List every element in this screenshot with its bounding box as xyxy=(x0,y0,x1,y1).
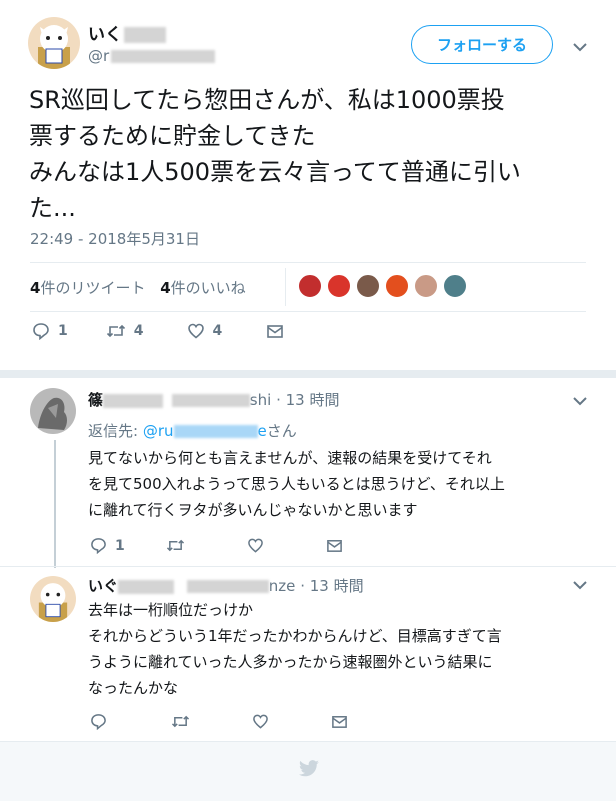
liker-avatar[interactable] xyxy=(385,274,409,298)
chevron-down-icon[interactable] xyxy=(570,40,590,54)
chevron-down-icon[interactable] xyxy=(570,578,590,592)
reply-actions xyxy=(90,713,348,730)
reply-author[interactable]: 篠 shi · 13 時間 xyxy=(88,389,339,410)
divider xyxy=(0,566,616,567)
like-icon xyxy=(247,538,263,553)
liker-avatar[interactable] xyxy=(356,274,380,298)
liker-avatar[interactable] xyxy=(443,274,467,298)
main-tweet: いく @r フォローする SR巡回してたら惣田さんが、私は1000票投 票するた… xyxy=(0,0,616,370)
retweet-button[interactable] xyxy=(166,537,185,554)
retweet-icon xyxy=(171,715,190,728)
dm-button[interactable] xyxy=(326,537,343,554)
tweet-text-line: SR巡回してたら惣田さんが、私は1000票投 xyxy=(29,86,505,114)
retweet-icon xyxy=(106,324,125,338)
retweets-stat[interactable]: 4件のリツイート xyxy=(30,279,145,297)
engagement-stats: 4件のリツイート 4件のいいね xyxy=(30,277,246,298)
reply-icon xyxy=(91,538,106,554)
liker-avatars xyxy=(298,274,472,298)
divider xyxy=(30,262,586,263)
reply-icon xyxy=(91,714,106,730)
author-avatar[interactable] xyxy=(28,17,80,69)
likes-stat[interactable]: 4件のいいね xyxy=(160,279,245,297)
retweet-button[interactable]: 4 xyxy=(106,322,144,340)
reply-text: 見てないから何とも言えませんが、速報の結果を受けてそれ を見て500入れようって… xyxy=(88,445,505,523)
reply-to: 返信先: @ru eさん xyxy=(88,422,297,440)
reply-text-line: うように離れていった人多かったから速報圏外という結果に xyxy=(88,653,493,671)
like-button[interactable] xyxy=(252,713,269,730)
footer xyxy=(0,741,616,801)
divider xyxy=(30,311,586,312)
liker-avatar[interactable] xyxy=(327,274,351,298)
dm-icon xyxy=(267,325,284,338)
like-button[interactable]: 4 xyxy=(187,322,222,340)
chevron-down-icon[interactable] xyxy=(570,394,590,408)
like-icon xyxy=(187,323,204,339)
divider xyxy=(285,268,286,306)
reply-text-line: を見て500入れようって思う人もいるとは思うけど、それ以上 xyxy=(88,475,505,493)
like-button[interactable] xyxy=(247,537,264,554)
reply-avatar[interactable] xyxy=(30,388,76,434)
author-name[interactable]: いく xyxy=(88,20,166,45)
liker-avatar[interactable] xyxy=(298,274,322,298)
reply-icon xyxy=(33,323,49,340)
dm-button[interactable] xyxy=(331,713,348,730)
thread-line xyxy=(54,440,56,568)
dm-icon xyxy=(326,540,342,552)
tweet-text-line: た... xyxy=(29,194,76,222)
reply-text-line: 見てないから何とも言えませんが、速報の結果を受けてそれ xyxy=(88,449,492,467)
section-divider xyxy=(0,370,616,378)
reply-text-line: それからどういう1年だったかわからんけど、目標高すぎて言 xyxy=(88,627,502,645)
dm-icon xyxy=(332,716,347,728)
reply-text-line: に離れて行くヲタが多いんじゃないかと思います xyxy=(88,501,418,519)
reply-author[interactable]: いぐ nze · 13 時間 xyxy=(88,575,364,596)
twitter-bird-icon xyxy=(299,760,319,777)
reply-actions: 1 xyxy=(90,537,343,554)
reply-to-handle[interactable]: @ru e xyxy=(143,422,267,440)
reply-button[interactable] xyxy=(90,713,107,730)
dm-button[interactable] xyxy=(266,322,284,340)
reply-button[interactable]: 1 xyxy=(90,537,125,554)
reply-button[interactable]: 1 xyxy=(32,322,68,340)
retweet-icon xyxy=(166,539,184,552)
liker-avatar[interactable] xyxy=(414,274,438,298)
tweet-timestamp[interactable]: 22:49 - 2018年5月31日 xyxy=(30,228,200,249)
tweet-actions: 1 4 4 xyxy=(32,322,284,340)
like-icon xyxy=(253,714,268,729)
reply-text-line: なったんかな xyxy=(88,679,179,697)
follow-button[interactable]: フォローする xyxy=(411,25,553,64)
tweet-text-line: みんなは1人500票を云々言ってて普通に引い xyxy=(29,158,521,186)
author-handle[interactable]: @r xyxy=(88,47,216,65)
reply-text: 去年は一桁順位だっけか それからどういう1年だったかわからんけど、目標高すぎて言… xyxy=(88,597,502,701)
reply-avatar[interactable] xyxy=(30,576,76,622)
reply-text-line: 去年は一桁順位だっけか xyxy=(88,601,254,619)
tweet-text-line: 票するために貯金してきた xyxy=(29,122,316,150)
tweet-text: SR巡回してたら惣田さんが、私は1000票投 票するために貯金してきた みんなは… xyxy=(29,82,599,226)
retweet-button[interactable] xyxy=(171,713,190,730)
